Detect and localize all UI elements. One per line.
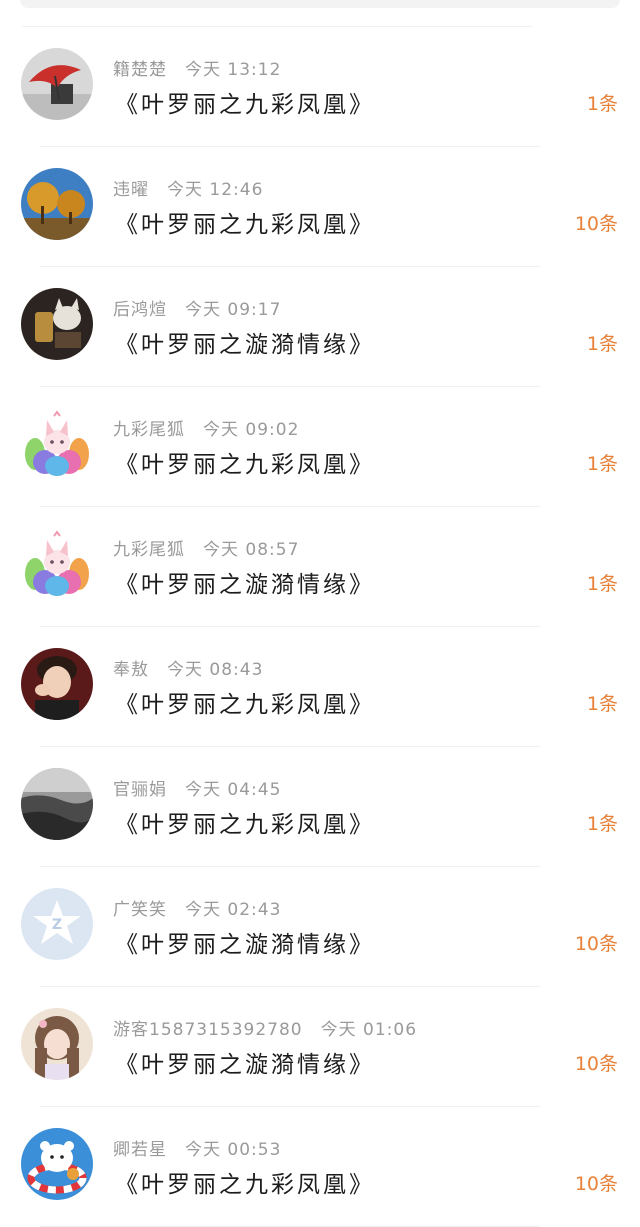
list-item[interactable]: 籍楚楚 今天 13:12 《叶罗丽之九彩凤凰》 1条 — [0, 27, 640, 147]
user-name[interactable]: 官骊娟 — [113, 780, 167, 800]
umbrella-avatar[interactable] — [21, 48, 93, 120]
list-item[interactable]: 官骊娟 今天 04:45 《叶罗丽之九彩凤凰》 1条 — [0, 747, 640, 867]
cat-avatar[interactable] — [21, 288, 93, 360]
message-count[interactable]: 1条 — [587, 689, 618, 716]
message-meta: 游客1587315392780 今天 01:06 — [113, 1015, 417, 1040]
timestamp: 今天 09:02 — [203, 420, 300, 440]
timestamp: 今天 04:45 — [185, 780, 282, 800]
top-card-edge — [20, 0, 620, 8]
list-item[interactable]: Z 广笑笑 今天 02:43 《叶罗丽之漩漪情缘》 10条 — [0, 867, 640, 987]
girl-avatar[interactable] — [21, 1008, 93, 1080]
boy-avatar[interactable] — [21, 648, 93, 720]
user-name[interactable]: 广笑笑 — [113, 900, 167, 920]
list-item[interactable]: 后鸿煊 今天 09:17 《叶罗丽之漩漪情缘》 1条 — [0, 267, 640, 387]
book-title[interactable]: 《叶罗丽之九彩凤凰》 — [115, 805, 375, 839]
message-meta: 奉敖 今天 08:43 — [113, 655, 263, 680]
default-avatar[interactable]: Z — [21, 888, 93, 960]
autumn-tree-avatar[interactable] — [21, 168, 93, 240]
book-title[interactable]: 《叶罗丽之漩漪情缘》 — [115, 1045, 375, 1079]
message-count[interactable]: 1条 — [587, 89, 618, 116]
message-meta: 官骊娟 今天 04:45 — [113, 775, 281, 800]
timestamp: 今天 01:06 — [320, 1020, 418, 1040]
message-meta: 违曜 今天 12:46 — [113, 175, 263, 200]
message-list: 籍楚楚 今天 13:12 《叶罗丽之九彩凤凰》 1条 违曜 今天 12:46 《叶罗… — [0, 27, 640, 1227]
book-title[interactable]: 《叶罗丽之九彩凤凰》 — [115, 685, 375, 719]
svg-text:Z: Z — [52, 917, 62, 933]
message-meta: 后鸿煊 今天 09:17 — [113, 295, 281, 320]
book-title[interactable]: 《叶罗丽之九彩凤凰》 — [115, 205, 375, 239]
message-meta: 九彩尾狐 今天 09:02 — [113, 415, 299, 440]
message-meta: 九彩尾狐 今天 08:57 — [113, 535, 299, 560]
user-name[interactable]: 九彩尾狐 — [113, 420, 185, 440]
book-title[interactable]: 《叶罗丽之漩漪情缘》 — [115, 925, 375, 959]
list-item[interactable]: 卿若星 今天 00:53 《叶罗丽之九彩凤凰》 10条 — [0, 1107, 640, 1227]
list-item[interactable]: 奉敖 今天 08:43 《叶罗丽之九彩凤凰》 1条 — [0, 627, 640, 747]
user-name[interactable]: 卿若星 — [113, 1140, 167, 1160]
book-title[interactable]: 《叶罗丽之漩漪情缘》 — [115, 565, 375, 599]
list-item[interactable]: 九彩尾狐 今天 09:02 《叶罗丽之九彩凤凰》 1条 — [0, 387, 640, 507]
fox-avatar[interactable] — [21, 528, 93, 600]
book-title[interactable]: 《叶罗丽之漩漪情缘》 — [115, 325, 375, 359]
user-name[interactable]: 违曜 — [113, 180, 149, 200]
message-count[interactable]: 1条 — [587, 569, 618, 596]
timestamp: 今天 00:53 — [185, 1140, 282, 1160]
message-count[interactable]: 1条 — [587, 329, 618, 356]
timestamp: 今天 02:43 — [185, 900, 282, 920]
timestamp: 今天 12:46 — [167, 180, 264, 200]
user-name[interactable]: 后鸿煊 — [113, 300, 167, 320]
user-name[interactable]: 奉敖 — [113, 660, 149, 680]
book-title[interactable]: 《叶罗丽之九彩凤凰》 — [115, 85, 375, 119]
user-name[interactable]: 九彩尾狐 — [113, 540, 185, 560]
landscape-avatar[interactable] — [21, 768, 93, 840]
message-count[interactable]: 10条 — [575, 1169, 618, 1196]
message-count[interactable]: 10条 — [575, 209, 618, 236]
fox-avatar[interactable] — [21, 408, 93, 480]
timestamp: 今天 08:43 — [167, 660, 264, 680]
book-title[interactable]: 《叶罗丽之九彩凤凰》 — [115, 1165, 375, 1199]
message-meta: 籍楚楚 今天 13:12 — [113, 55, 281, 80]
list-item[interactable]: 九彩尾狐 今天 08:57 《叶罗丽之漩漪情缘》 1条 — [0, 507, 640, 627]
message-meta: 卿若星 今天 00:53 — [113, 1135, 281, 1160]
message-meta: 广笑笑 今天 02:43 — [113, 895, 281, 920]
user-name[interactable]: 籍楚楚 — [113, 60, 167, 80]
message-count[interactable]: 1条 — [587, 809, 618, 836]
timestamp: 今天 08:57 — [203, 540, 300, 560]
message-count[interactable]: 1条 — [587, 449, 618, 476]
list-item[interactable]: 游客1587315392780 今天 01:06 《叶罗丽之漩漪情缘》 10条 — [0, 987, 640, 1107]
message-count[interactable]: 10条 — [575, 1049, 618, 1076]
timestamp: 今天 13:12 — [185, 60, 282, 80]
timestamp: 今天 09:17 — [185, 300, 282, 320]
user-name[interactable]: 游客1587315392780 — [113, 1020, 303, 1040]
message-count[interactable]: 10条 — [575, 929, 618, 956]
book-title[interactable]: 《叶罗丽之九彩凤凰》 — [115, 445, 375, 479]
list-item[interactable]: 违曜 今天 12:46 《叶罗丽之九彩凤凰》 10条 — [0, 147, 640, 267]
cartoon-bear-avatar[interactable] — [21, 1128, 93, 1200]
